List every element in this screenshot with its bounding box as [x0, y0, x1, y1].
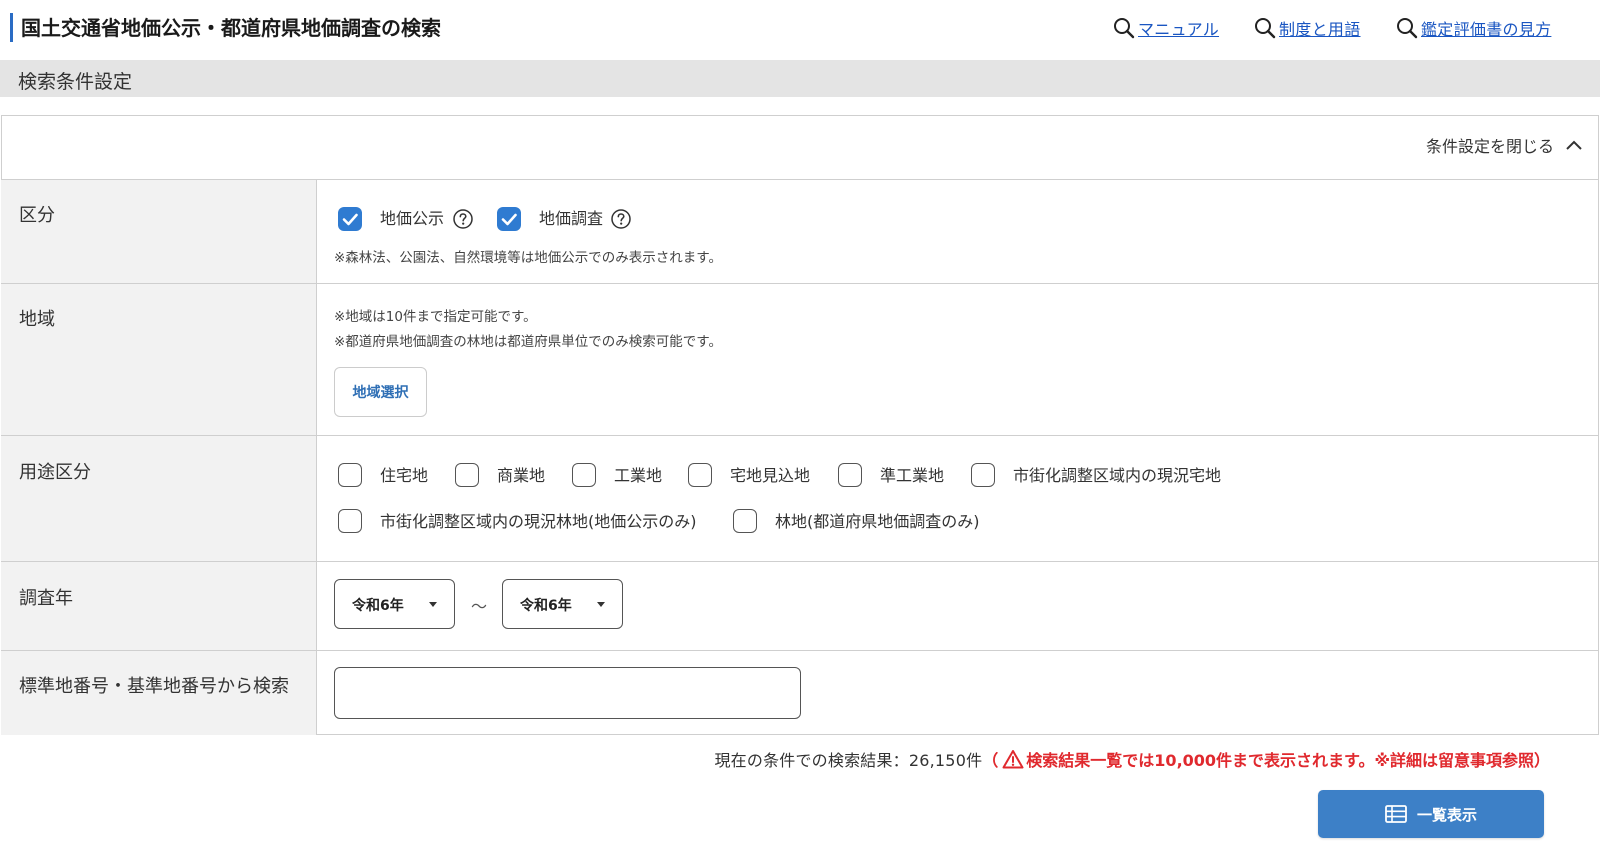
checkbox-label-residential: 住宅地	[380, 466, 429, 485]
manual-link-label: マニュアル	[1138, 20, 1220, 39]
category-row-label: 区分	[19, 205, 55, 226]
number-search-row-label: 標準地番号・基準地番号から検索	[19, 676, 289, 697]
region-row-label: 地域	[19, 309, 55, 330]
page-header: 国土交通省地価公示・都道府県地価調査の検索 マニュアル 制度と用語 鑑定評価書の…	[0, 0, 1600, 60]
checkbox-urbanization-control-forest[interactable]	[338, 509, 362, 533]
result-warning: （ 検索結果一覧では10,000件まで表示されます。※詳細は留意事項参照）	[982, 747, 1550, 771]
row-divider	[1, 179, 1599, 180]
appraisal-guide-link-label: 鑑定評価書の見方	[1421, 20, 1552, 39]
search-icon	[1255, 18, 1276, 39]
row-divider	[1, 283, 1599, 284]
checkbox-label-semi-industrial: 準工業地	[880, 466, 945, 485]
terms-link-label: 制度と用語	[1279, 20, 1361, 39]
list-display-button-label: 一覧表示	[1416, 805, 1477, 824]
terms-link[interactable]: 制度と用語	[1254, 15, 1361, 41]
region-note-1: ※地域は10件まで指定可能です。	[334, 309, 537, 325]
page-title: 国土交通省地価公示・都道府県地価調査の検索	[21, 16, 441, 40]
checkbox-commercial[interactable]	[455, 463, 479, 487]
toggle-label: 条件設定を閉じる	[1425, 137, 1554, 156]
caret-down-icon	[597, 602, 605, 607]
row-divider	[1, 435, 1599, 436]
column-divider	[316, 180, 317, 735]
appraisal-guide-link[interactable]: 鑑定評価書の見方	[1396, 15, 1551, 41]
category-note: ※森林法、公園法、自然環境等は地価公示でのみ表示されます。	[334, 250, 722, 266]
year-from-select[interactable]: 令和6年	[334, 579, 455, 629]
caret-down-icon	[429, 602, 437, 607]
help-icon[interactable]	[611, 209, 631, 229]
result-summary: 現在の条件での検索結果：26,150件 （ 検索結果一覧では10,000件まで表…	[714, 747, 1550, 771]
year-row-label: 調査年	[19, 588, 73, 609]
year-from-value: 令和6年	[352, 598, 404, 614]
year-to-select[interactable]: 令和6年	[502, 579, 623, 629]
section-title: 検索条件設定	[18, 71, 133, 93]
title-accent-bar	[10, 13, 13, 42]
checkbox-label-urbanization-control-forest: 市街化調整区域内の現況林地(地価公示のみ)	[380, 512, 697, 531]
region-select-button-label: 地域選択	[352, 385, 409, 401]
row-divider	[1, 561, 1599, 562]
checkbox-chika-chosa[interactable]	[497, 207, 521, 231]
region-select-button[interactable]: 地域選択	[334, 367, 427, 417]
collapse-conditions-toggle[interactable]: 条件設定を閉じる	[1426, 133, 1582, 157]
checkbox-label-industrial: 工業地	[614, 466, 663, 485]
checkmark-icon	[342, 213, 358, 226]
warning-text: 検索結果一覧では10,000件まで表示されます。※詳細は留意事項参照）	[1026, 751, 1550, 770]
checkbox-label-chika-chosa: 地価調査	[539, 209, 604, 228]
search-conditions-heading: 検索条件設定	[0, 60, 1600, 97]
row-divider	[1, 650, 1599, 651]
year-range-separator: ～	[471, 597, 488, 616]
checkbox-prospective-residential[interactable]	[688, 463, 712, 487]
chevron-up-icon	[1566, 140, 1582, 150]
checkbox-label-forest-land: 林地(都道府県地価調査のみ)	[775, 512, 980, 531]
point-number-search-input[interactable]	[334, 667, 801, 719]
checkbox-label-prospective-residential: 宅地見込地	[730, 466, 811, 485]
checkmark-icon	[501, 213, 517, 226]
year-to-value: 令和6年	[520, 598, 572, 614]
checkbox-residential[interactable]	[338, 463, 362, 487]
checkbox-label-urbanization-control-residential: 市街化調整区域内の現況宅地	[1013, 466, 1222, 485]
checkbox-industrial[interactable]	[572, 463, 596, 487]
search-icon	[1114, 18, 1135, 39]
warning-triangle-icon	[1002, 750, 1024, 769]
table-list-icon	[1385, 805, 1407, 823]
help-icon[interactable]	[453, 209, 473, 229]
usage-row-label: 用途区分	[19, 462, 91, 483]
checkbox-forest-land[interactable]	[733, 509, 757, 533]
list-display-button[interactable]: 一覧表示	[1318, 790, 1544, 838]
checkbox-semi-industrial[interactable]	[838, 463, 862, 487]
search-icon	[1397, 18, 1418, 39]
warning-open-paren: （	[982, 751, 999, 770]
manual-link[interactable]: マニュアル	[1113, 15, 1219, 41]
checkbox-urbanization-control-residential[interactable]	[971, 463, 995, 487]
region-note-2: ※都道府県地価調査の林地は都道府県単位でのみ検索可能です。	[334, 334, 722, 350]
checkbox-chika-koji[interactable]	[338, 207, 362, 231]
checkbox-label-commercial: 商業地	[497, 466, 546, 485]
checkbox-label-chika-koji: 地価公示	[380, 209, 445, 228]
result-count: 現在の条件での検索結果：26,150件	[714, 751, 983, 770]
